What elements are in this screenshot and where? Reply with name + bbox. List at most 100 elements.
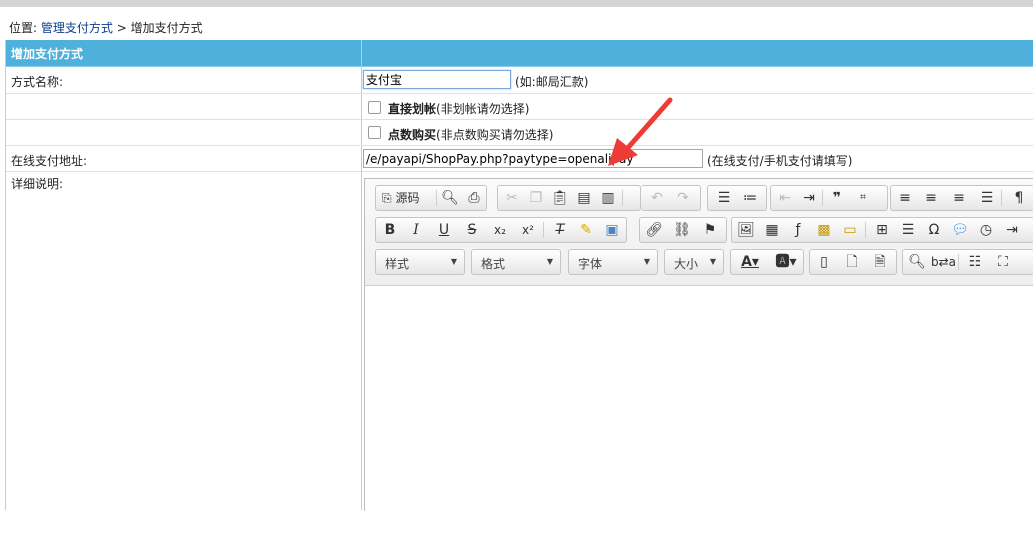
smiley-icon[interactable]: 💬︎ — [948, 218, 972, 242]
maximize-icon[interactable]: ⛶ — [991, 250, 1015, 274]
format-combo[interactable]: 格式 ▼ — [471, 249, 561, 275]
toolbar-group-links: 🔗︎ ⛓ ⚑ — [639, 217, 727, 243]
paste-text-icon[interactable]: ▤ — [572, 186, 596, 210]
justify-icon[interactable]: ☰ — [975, 186, 999, 210]
select-all-icon[interactable]: ☷ — [963, 250, 987, 274]
points-checkbox-label[interactable]: 点数购买(非点数购买请勿选择) — [388, 126, 553, 143]
points-checkbox[interactable] — [368, 126, 381, 139]
show-blocks-icon[interactable]: ▯ — [812, 250, 836, 274]
cut-icon[interactable]: ✂ — [500, 186, 524, 210]
points-hint: (非点数购买请勿选择) — [436, 128, 554, 142]
breadcrumb: 位置: 管理支付方式 > 增加支付方式 — [9, 20, 203, 36]
media-icon[interactable]: ▦ — [760, 218, 784, 242]
font-combo[interactable]: 字体 ▼ — [568, 249, 658, 275]
bold-icon[interactable]: B — [378, 218, 402, 242]
chevron-down-icon: ▼ — [643, 257, 650, 266]
toolbar-group-colors: A▾ 🅰︎▾ — [730, 249, 804, 275]
pay-url-input[interactable] — [363, 149, 703, 168]
paste-word-icon[interactable]: ▥ — [596, 186, 620, 210]
row-name-label-cell: 方式名称: — [6, 67, 362, 93]
numbered-list-icon[interactable]: ☰ — [712, 186, 736, 210]
breadcrumb-link-manage[interactable]: 管理支付方式 — [41, 21, 113, 35]
source-button[interactable]: ⎘ 源码 — [378, 186, 423, 210]
file-icon[interactable]: ▭ — [838, 218, 862, 242]
toolbar-separator — [1001, 190, 1002, 206]
underline-icon[interactable]: U — [432, 218, 456, 242]
size-combo[interactable]: 大小 ▼ — [664, 249, 724, 275]
templates-icon[interactable]: 🗎︎ — [868, 250, 892, 274]
breadcrumb-prefix: 位置: — [9, 21, 38, 35]
print-icon[interactable]: ⎙ — [462, 186, 486, 210]
div-container-icon[interactable]: ⌗ — [851, 186, 875, 210]
undo-icon[interactable]: ↶ — [645, 186, 669, 210]
toolbar-group-indent: ⇤ ⇥ ❞ ⌗ — [770, 185, 888, 211]
align-center-icon[interactable]: ≡ — [919, 186, 943, 210]
new-page-icon[interactable]: 🗋︎ — [840, 250, 864, 274]
name-hint: (如:邮局汇款) — [515, 75, 589, 89]
row-desc-label-cell: 详细说明: — [6, 172, 362, 510]
remove-format-icon[interactable]: T̶ — [548, 218, 572, 242]
chevron-down-icon: ▼ — [709, 257, 716, 266]
find-icon[interactable]: 🔍︎ — [905, 250, 929, 274]
paste-icon[interactable]: 📋︎ — [548, 186, 572, 210]
bg-color-icon[interactable]: 🅰︎▾ — [769, 250, 803, 274]
name-label: 方式名称: — [11, 75, 64, 89]
editor-content-area[interactable] — [365, 286, 1033, 511]
format-combo-label: 格式 — [481, 257, 506, 271]
indent-icon[interactable]: ⇥ — [797, 186, 821, 210]
template-icon[interactable]: ▩ — [812, 218, 836, 242]
subscript-icon[interactable]: x₂ — [488, 218, 512, 242]
image-icon[interactable]: 🖼︎ — [734, 218, 758, 242]
toolbar-group-insert: 🖼︎ ▦ ƒ ▩ ▭ ⊞ ☰ Ω 💬︎ ◷ ⇥ — [731, 217, 1033, 243]
bullet-list-icon[interactable]: ≔ — [738, 186, 762, 210]
format-painter-icon[interactable]: ✎ — [574, 218, 598, 242]
breadcrumb-current: 增加支付方式 — [130, 21, 203, 35]
direct-checkbox-label[interactable]: 直接划帐(非划帐请勿选择) — [388, 100, 529, 117]
chevron-down-icon: ▼ — [450, 257, 457, 266]
anchor-flag-icon[interactable]: ⚑ — [698, 218, 722, 242]
link-icon[interactable]: 🔗︎ — [642, 218, 666, 242]
preview-icon[interactable]: 🔍︎ — [438, 186, 462, 210]
row-url-label-cell: 在线支付地址: — [6, 146, 362, 171]
points-label: 点数购买 — [388, 128, 437, 142]
editor-toolbar: ⎘ 源码 🔍︎ ⎙ ✂ ❐ 📋︎ ▤ ▥ ↶ ↷ ☰ ≔ ⇤ ⇥ ❞ ⌗ ≡ ≡… — [365, 179, 1033, 286]
superscript-icon[interactable]: x² — [516, 218, 540, 242]
strike-icon[interactable]: S — [460, 218, 484, 242]
toolbar-separator — [622, 190, 623, 206]
chevron-down-icon: ▼ — [546, 257, 553, 266]
flash-icon[interactable]: ƒ — [786, 218, 810, 242]
replace-icon[interactable]: b⇄a — [931, 250, 956, 274]
toolbar-separator — [543, 222, 544, 238]
align-left-icon[interactable]: ≡ — [893, 186, 917, 210]
direct-checkbox[interactable] — [368, 101, 381, 114]
redo-icon[interactable]: ↷ — [671, 186, 695, 210]
table-icon[interactable]: ⊞ — [870, 218, 894, 242]
toolbar-group-basic-styles: B I U S x₂ x² T̶ ✎ ▣ — [375, 217, 627, 243]
unlink-icon[interactable]: ⛓ — [670, 218, 694, 242]
toolbar-separator — [958, 254, 959, 270]
paste-format-icon[interactable]: ▣ — [600, 218, 624, 242]
page-break-icon[interactable]: ◷ — [974, 218, 998, 242]
horizontal-rule-icon[interactable]: ☰ — [896, 218, 920, 242]
desc-label: 详细说明: — [11, 177, 64, 191]
align-right-icon[interactable]: ≡ — [947, 186, 971, 210]
iframe-icon[interactable]: ⇥ — [1000, 218, 1024, 242]
source-label: 源码 — [395, 191, 420, 205]
size-combo-label: 大小 — [674, 257, 699, 271]
top-bar — [0, 0, 1033, 7]
url-hint: (在线支付/手机支付请填写) — [707, 154, 853, 168]
breadcrumb-separator: > — [116, 21, 127, 35]
outdent-icon[interactable]: ⇤ — [773, 186, 797, 210]
url-label: 在线支付地址: — [11, 154, 88, 168]
blockquote-icon[interactable]: ❞ — [825, 186, 849, 210]
italic-icon[interactable]: I — [404, 218, 428, 242]
text-color-icon[interactable]: A▾ — [733, 250, 767, 274]
special-char-icon[interactable]: Ω — [922, 218, 946, 242]
toolbar-group-lists: ☰ ≔ — [707, 185, 767, 211]
paragraph-direction-icon[interactable]: ¶ — [1007, 186, 1031, 210]
style-combo[interactable]: 样式 ▼ — [375, 249, 465, 275]
copy-icon[interactable]: ❐ — [524, 186, 548, 210]
source-icon: ⎘ — [382, 191, 392, 205]
row-direct-label-cell — [6, 94, 362, 119]
name-input[interactable] — [363, 70, 511, 89]
